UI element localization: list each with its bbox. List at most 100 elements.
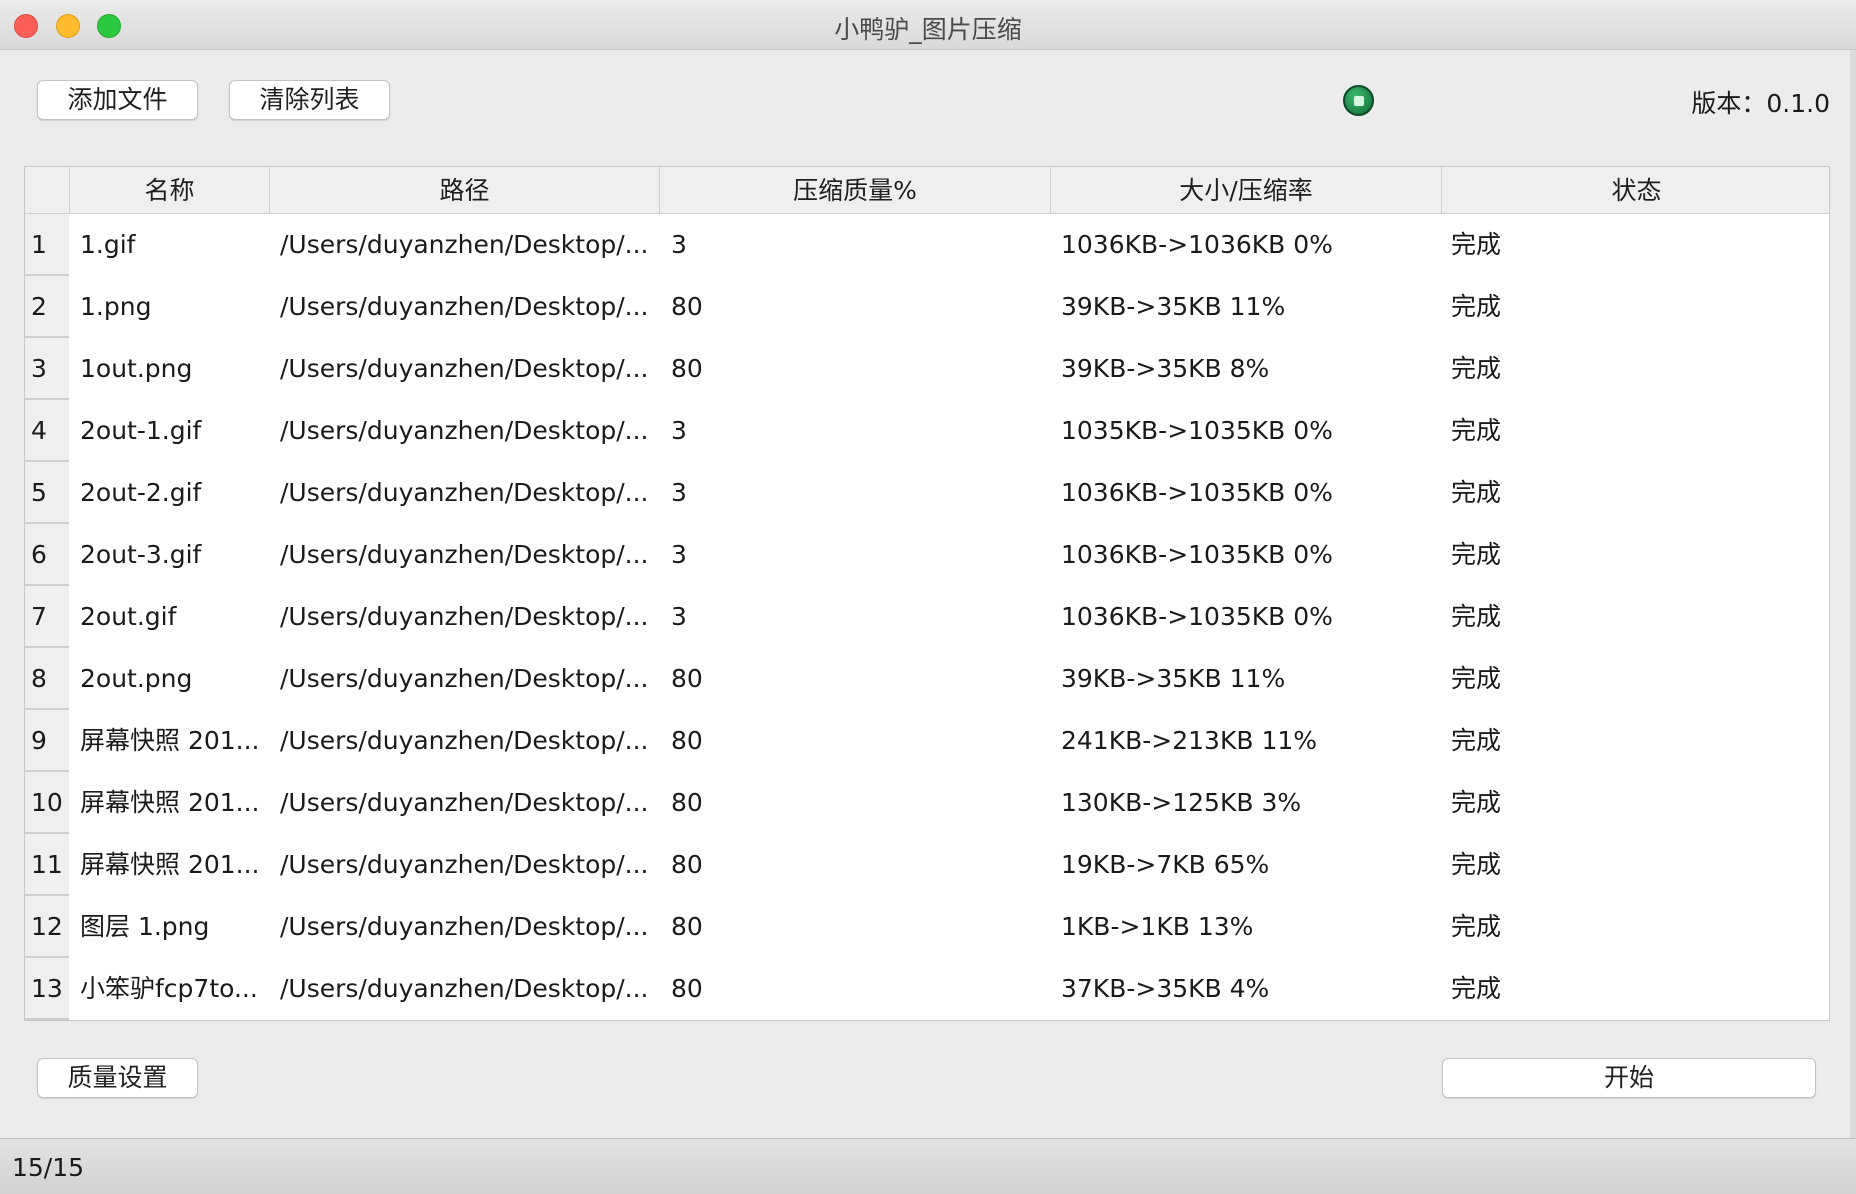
table-row[interactable]: 6 2out-3.gif/Users/duyanzhen/Desktop/... 3… xyxy=(25,524,1829,586)
status-cell: 完成 xyxy=(1451,540,1502,569)
status-cell: 完成 xyxy=(1451,974,1502,1003)
quality-cell: 3 xyxy=(671,416,687,445)
size-ratio-cell: 130KB->125KB 3% xyxy=(1061,788,1302,817)
quality-cell: 80 xyxy=(671,664,703,693)
row-number: 11 xyxy=(25,834,69,896)
column-header-quality[interactable]: 压缩质量% xyxy=(659,167,1050,214)
status-cell: 完成 xyxy=(1451,912,1502,941)
size-ratio-cell: 1KB->1KB 13% xyxy=(1061,912,1254,941)
file-path-cell: /Users/duyanzhen/Desktop/... xyxy=(280,230,649,259)
status-cell: 完成 xyxy=(1451,602,1502,631)
file-table[interactable]: 名称 路径 压缩质量% 大小/压缩率 状态 1 1.gif/Users/duyan… xyxy=(24,166,1830,1021)
file-path-cell: /Users/duyanzhen/Desktop/... xyxy=(280,850,649,879)
file-name-cell: 1out.png xyxy=(80,354,193,383)
add-files-button[interactable]: 添加文件 xyxy=(37,80,198,120)
row-number: 6 xyxy=(25,524,69,586)
status-cell: 完成 xyxy=(1451,416,1502,445)
quality-cell: 3 xyxy=(671,230,687,259)
status-cell: 完成 xyxy=(1451,664,1502,693)
table-row[interactable]: 13 小笨驴fcp7to... /Users/duyanzhen/Desktop/.… xyxy=(25,958,1829,1020)
file-name-cell: 屏幕快照 201... xyxy=(80,788,260,817)
size-ratio-cell: 241KB->213KB 11% xyxy=(1061,726,1318,755)
row-number: 12 xyxy=(25,896,69,958)
status-indicator-icon xyxy=(1343,85,1374,116)
file-path-cell: /Users/duyanzhen/Desktop/... xyxy=(280,912,649,941)
row-number: 7 xyxy=(25,586,69,648)
table-row[interactable]: 3 1out.png/Users/duyanzhen/Desktop/... 80 3… xyxy=(25,338,1829,400)
file-path-cell: /Users/duyanzhen/Desktop/... xyxy=(280,416,649,445)
table-row[interactable]: 12 图层 1.png/Users/duyanzhen/Desktop/... 80… xyxy=(25,896,1829,958)
table-row[interactable]: 5 2out-2.gif/Users/duyanzhen/Desktop/... 3… xyxy=(25,462,1829,524)
file-name-cell: 屏幕快照 201... xyxy=(80,726,260,755)
size-ratio-cell: 39KB->35KB 11% xyxy=(1061,664,1286,693)
column-header-size-ratio[interactable]: 大小/压缩率 xyxy=(1050,167,1441,214)
quality-cell: 3 xyxy=(671,478,687,507)
row-number: 3 xyxy=(25,338,69,400)
table-row[interactable]: 10 屏幕快照 201... /Users/duyanzhen/Desktop/..… xyxy=(25,772,1829,834)
column-header-status[interactable]: 状态 xyxy=(1441,167,1829,214)
file-path-cell: /Users/duyanzhen/Desktop/... xyxy=(280,788,649,817)
size-ratio-cell: 39KB->35KB 11% xyxy=(1061,292,1286,321)
title-bar: 小鸭驴_图片压缩 xyxy=(0,0,1856,50)
column-header-path[interactable]: 路径 xyxy=(269,167,659,214)
progress-count: 15/15 xyxy=(12,1153,85,1182)
table-row[interactable]: 9 屏幕快照 201... /Users/duyanzhen/Desktop/...… xyxy=(25,710,1829,772)
row-number: 2 xyxy=(25,276,69,338)
size-ratio-cell: 1036KB->1035KB 0% xyxy=(1061,540,1333,569)
table-header: 名称 路径 压缩质量% 大小/压缩率 状态 xyxy=(25,167,1829,214)
row-number: 4 xyxy=(25,400,69,462)
file-name-cell: 小笨驴fcp7to... xyxy=(80,974,258,1003)
table-row[interactable]: 2 1.png/Users/duyanzhen/Desktop/... 80 39KB… xyxy=(25,276,1829,338)
status-cell: 完成 xyxy=(1451,354,1502,383)
file-path-cell: /Users/duyanzhen/Desktop/... xyxy=(280,540,649,569)
status-cell: 完成 xyxy=(1451,850,1502,879)
clear-list-button[interactable]: 清除列表 xyxy=(229,80,390,120)
size-ratio-cell: 39KB->35KB 8% xyxy=(1061,354,1270,383)
file-name-cell: 屏幕快照 201... xyxy=(80,850,260,879)
file-path-cell: /Users/duyanzhen/Desktop/... xyxy=(280,726,649,755)
quality-cell: 80 xyxy=(671,292,703,321)
table-row[interactable]: 7 2out.gif/Users/duyanzhen/Desktop/... 3 10… xyxy=(25,586,1829,648)
app-window: 小鸭驴_图片压缩 添加文件 清除列表 版本：0.1.0 名称 路径 压缩质量% … xyxy=(0,0,1856,1194)
quality-cell: 80 xyxy=(671,850,703,879)
file-name-cell: 2out-2.gif xyxy=(80,478,202,507)
status-bar: 15/15 xyxy=(0,1138,1856,1194)
quality-settings-button[interactable]: 质量设置 xyxy=(37,1058,198,1098)
quality-cell: 80 xyxy=(671,974,703,1003)
status-cell: 完成 xyxy=(1451,478,1502,507)
table-row[interactable]: 11 屏幕快照 201... /Users/duyanzhen/Desktop/..… xyxy=(25,834,1829,896)
start-button[interactable]: 开始 xyxy=(1442,1058,1816,1098)
size-ratio-cell: 1035KB->1035KB 0% xyxy=(1061,416,1333,445)
quality-cell: 3 xyxy=(671,602,687,631)
file-name-cell: 2out-3.gif xyxy=(80,540,202,569)
size-ratio-cell: 1036KB->1035KB 0% xyxy=(1061,478,1333,507)
file-name-cell: 图层 1.png xyxy=(80,912,210,941)
version-label: 版本：0.1.0 xyxy=(1691,89,1830,118)
file-name-cell: 2out.gif xyxy=(80,602,177,631)
status-cell: 完成 xyxy=(1451,292,1502,321)
file-path-cell: /Users/duyanzhen/Desktop/... xyxy=(280,354,649,383)
file-path-cell: /Users/duyanzhen/Desktop/... xyxy=(280,478,649,507)
quality-cell: 80 xyxy=(671,788,703,817)
size-ratio-cell: 37KB->35KB 4% xyxy=(1061,974,1270,1003)
row-number: 13 xyxy=(25,958,69,1020)
size-ratio-cell: 1036KB->1036KB 0% xyxy=(1061,230,1333,259)
table-row[interactable]: 8 2out.png/Users/duyanzhen/Desktop/... 80 3… xyxy=(25,648,1829,710)
row-number: 5 xyxy=(25,462,69,524)
file-path-cell: /Users/duyanzhen/Desktop/... xyxy=(280,974,649,1003)
status-cell: 完成 xyxy=(1451,788,1502,817)
table-row[interactable]: 1 1.gif/Users/duyanzhen/Desktop/... 3 1036K… xyxy=(25,214,1829,276)
file-name-cell: 1.png xyxy=(80,292,152,321)
quality-cell: 80 xyxy=(671,726,703,755)
column-header-name[interactable]: 名称 xyxy=(69,167,269,214)
quality-cell: 80 xyxy=(671,354,703,383)
file-path-cell: /Users/duyanzhen/Desktop/... xyxy=(280,602,649,631)
row-number: 1 xyxy=(25,214,69,276)
file-name-cell: 2out.png xyxy=(80,664,193,693)
row-number: 8 xyxy=(25,648,69,710)
quality-cell: 80 xyxy=(671,912,703,941)
table-row[interactable]: 4 2out-1.gif/Users/duyanzhen/Desktop/... 3… xyxy=(25,400,1829,462)
quality-cell: 3 xyxy=(671,540,687,569)
file-name-cell: 2out-1.gif xyxy=(80,416,202,445)
file-path-cell: /Users/duyanzhen/Desktop/... xyxy=(280,664,649,693)
